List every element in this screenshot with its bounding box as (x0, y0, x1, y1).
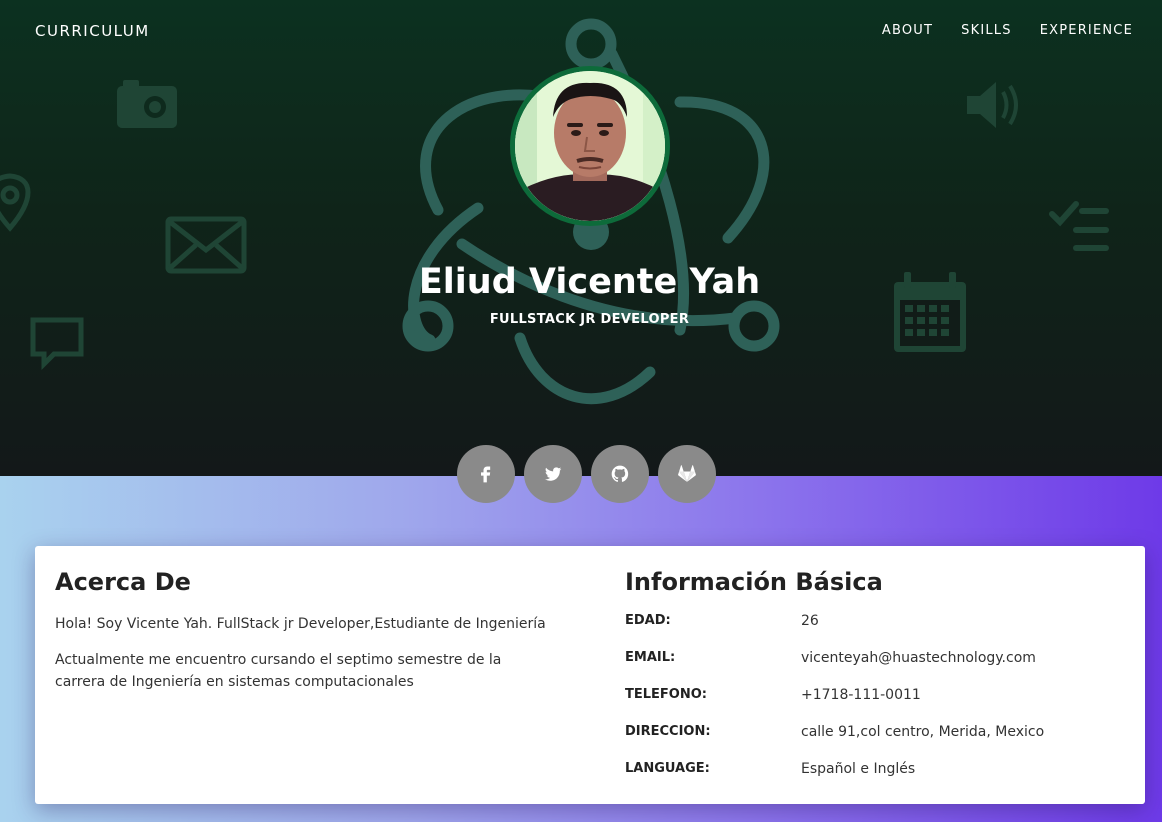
info-row-address: DIRECCION: calle 91,col centro, Merida, … (625, 724, 1125, 761)
info-row-language: LANGUAGE: Español e Inglés (625, 761, 1125, 798)
top-nav: ABOUT SKILLS EXPERIENCE (882, 23, 1133, 38)
profile-role: FULLSTACK JR DEVELOPER (489, 312, 690, 327)
info-row-email: EMAIL: vicenteyah@huastechnology.com (625, 650, 1125, 687)
camera-icon (117, 80, 177, 128)
checklist-icon (1049, 201, 1109, 251)
facebook-button[interactable] (457, 445, 515, 503)
profile-card: Acerca De Hola! Soy Vicente Yah. FullSta… (35, 546, 1145, 804)
nav-link-experience[interactable]: EXPERIENCE (1040, 23, 1133, 38)
about-section: Acerca De Hola! Soy Vicente Yah. FullSta… (55, 568, 555, 707)
info-label: TELEFONO: (625, 687, 707, 702)
gitlab-icon (678, 465, 696, 482)
facebook-icon (481, 466, 491, 483)
about-paragraph: Actualmente me encuentro cursando el sep… (55, 652, 502, 690)
about-paragraph: Hola! Soy Vicente Yah. FullStack jr Deve… (55, 616, 546, 632)
brand-logo[interactable]: CURRICULUM (35, 22, 150, 40)
info-row-phone: TELEFONO: +1718-111-0011 (625, 687, 1125, 724)
nav-link-skills[interactable]: SKILLS (961, 23, 1012, 38)
basic-info-section: Información Básica EDAD: 26 EMAIL: vicen… (625, 568, 1125, 798)
twitter-icon (545, 467, 562, 481)
profile-avatar (510, 66, 670, 226)
map-pin-icon (0, 173, 31, 232)
about-title: Acerca De (55, 568, 191, 596)
profile-name: Eliud Vicente Yah (418, 262, 761, 302)
nav-link-about[interactable]: ABOUT (882, 23, 933, 38)
social-links (457, 445, 716, 503)
info-label: LANGUAGE: (625, 761, 710, 776)
info-label: EDAD: (625, 613, 671, 628)
info-value: 26 (801, 613, 819, 629)
gitlab-button[interactable] (658, 445, 716, 503)
github-icon (611, 465, 629, 482)
info-label: DIRECCION: (625, 724, 711, 739)
hero-section: CURRICULUM ABOUT SKILLS EXPERIENCE Eliud… (0, 0, 1162, 476)
info-value: vicenteyah@huastechnology.com (801, 650, 1036, 666)
twitter-button[interactable] (524, 445, 582, 503)
info-value: +1718-111-0011 (801, 687, 921, 703)
basic-info-title: Información Básica (625, 568, 883, 596)
volume-icon (967, 82, 1018, 128)
info-row-age: EDAD: 26 (625, 613, 1125, 650)
info-label: EMAIL: (625, 650, 676, 665)
github-button[interactable] (591, 445, 649, 503)
info-value: calle 91,col centro, Merida, Mexico (801, 724, 1045, 740)
info-value: Español e Inglés (801, 761, 916, 777)
